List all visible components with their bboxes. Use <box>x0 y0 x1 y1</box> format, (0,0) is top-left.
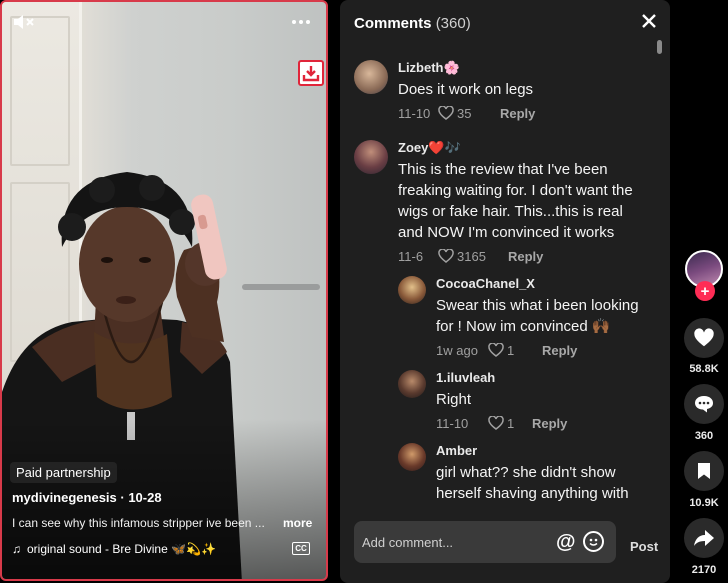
heart-icon <box>488 343 504 357</box>
comment-reply-button[interactable]: Reply <box>500 106 535 121</box>
comment-reply-button[interactable]: Reply <box>532 416 567 431</box>
comment-like-count: 1 <box>507 415 515 431</box>
heart-icon <box>438 249 454 263</box>
comment-item: Zoey❤️🎶 This is the review that I've bee… <box>354 140 654 265</box>
mute-icon[interactable] <box>12 12 36 32</box>
comment-count: 360 <box>694 430 714 442</box>
comment-date: 11-10 <box>436 415 469 431</box>
heart-icon <box>488 416 504 430</box>
comment-like-count: 1 <box>507 342 515 358</box>
music-note-icon: ♫ <box>12 542 21 556</box>
reply-item: CocoaChanel_X Swear this what i been loo… <box>398 276 648 359</box>
comments-title: Comments <box>354 15 432 32</box>
avatar[interactable] <box>354 140 388 174</box>
comment-reply-button[interactable]: Reply <box>508 249 543 264</box>
avatar[interactable] <box>354 60 388 94</box>
avatar[interactable] <box>398 370 426 398</box>
comment-text: This is the review that I've been freaki… <box>398 161 633 241</box>
comment-text: girl what?? she didn't show herself shav… <box>436 464 629 502</box>
captions-icon[interactable]: CC <box>292 542 310 555</box>
comments-scrollbar[interactable] <box>657 40 662 54</box>
video-player[interactable]: Paid partnership mydivinegenesis · 10-28… <box>0 0 328 581</box>
sound-link[interactable]: ♫ original sound - Bre Divine 🦋💫✨ <box>12 542 216 556</box>
more-options-icon[interactable] <box>290 12 312 32</box>
comment-date: 1w ago <box>436 342 478 358</box>
close-icon[interactable] <box>640 12 658 30</box>
post-button[interactable]: Post <box>630 539 658 554</box>
follow-plus-icon[interactable]: + <box>695 281 715 301</box>
paid-partnership-badge: Paid partnership <box>10 462 117 483</box>
bookmark-icon <box>698 463 710 479</box>
comment-text: Right <box>436 391 472 408</box>
comment-username[interactable]: Zoey❤️🎶 <box>398 140 648 156</box>
video-caption: I can see why this infamous stripper ive… <box>12 516 265 530</box>
comment-like-button[interactable]: 35 <box>438 106 500 121</box>
reply-item: Amber girl what?? she didn't show hersel… <box>398 443 648 505</box>
comment-like-button[interactable]: 1 <box>488 343 542 358</box>
comment-button[interactable] <box>684 384 724 424</box>
share-count: 2170 <box>691 564 717 576</box>
comment-reply-button[interactable]: Reply <box>542 343 577 358</box>
comment-bubble-icon <box>695 396 713 413</box>
comment-text: Swear this what i been looking for ! Now… <box>436 297 639 335</box>
comment-like-button[interactable]: 3165 <box>438 249 508 264</box>
comment-like-count: 3165 <box>457 248 486 264</box>
comment-username[interactable]: Amber <box>436 443 641 459</box>
comment-username[interactable]: CocoaChanel_X <box>436 276 641 292</box>
comments-panel: Comments (360) Lizbeth🌸 Does it work on … <box>340 0 670 583</box>
bookmark-button[interactable] <box>684 451 724 491</box>
reply-item: 1.iluvleah Right 11-10 1 Reply <box>398 370 648 432</box>
comments-count: (360) <box>435 15 471 32</box>
sound-label: original sound - Bre Divine 🦋💫✨ <box>27 542 216 556</box>
save-count: 10.9K <box>689 497 719 509</box>
action-rail: + 58.8K 360 10.9K 2170 <box>680 0 728 583</box>
video-author[interactable]: mydivinegenesis · 10-28 <box>12 490 162 505</box>
comment-date: 11-10 <box>398 105 431 121</box>
comment-username[interactable]: Lizbeth🌸 <box>398 60 535 76</box>
comment-username[interactable]: 1.iluvleah <box>436 370 567 386</box>
share-icon <box>694 530 714 546</box>
mention-icon[interactable]: @ <box>556 531 576 554</box>
app-root: Paid partnership mydivinegenesis · 10-28… <box>0 0 728 583</box>
emoji-icon[interactable] <box>583 531 604 552</box>
comment-input-bar: @ <box>354 521 616 563</box>
heart-icon <box>438 106 454 120</box>
comment-date: 11-6 <box>398 248 424 264</box>
comment-like-button[interactable]: 1 <box>488 416 532 431</box>
comment-text: Does it work on legs <box>398 81 534 98</box>
download-icon[interactable] <box>298 60 324 86</box>
avatar[interactable] <box>398 276 426 304</box>
share-button[interactable] <box>684 518 724 558</box>
comment-input[interactable] <box>362 533 552 551</box>
avatar[interactable] <box>398 443 426 471</box>
like-count: 58.8K <box>689 363 719 375</box>
comment-item: Lizbeth🌸 Does it work on legs 11-10 35 R… <box>354 60 654 122</box>
heart-icon <box>694 328 714 347</box>
like-button[interactable] <box>684 318 724 358</box>
caption-more-link[interactable]: more <box>283 516 312 530</box>
comment-like-count: 35 <box>457 105 472 121</box>
comments-header: Comments (360) <box>354 15 471 32</box>
